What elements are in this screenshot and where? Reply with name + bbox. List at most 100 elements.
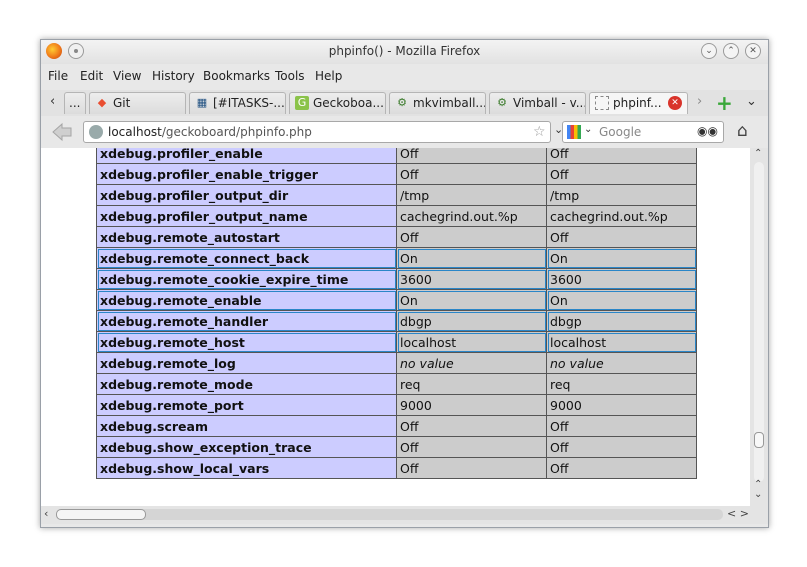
search-bar[interactable]: ⌄ Google ◉◉ — [562, 121, 724, 143]
local-value: Off — [396, 415, 547, 437]
table-row: xdebug.remote_port 9000 9000 — [96, 394, 697, 416]
scroll-up-icon[interactable]: ⌃ — [754, 148, 762, 159]
hscroll-thumb[interactable] — [56, 509, 146, 520]
directive-name: xdebug.remote_mode — [96, 373, 397, 395]
home-icon[interactable]: ⌂ — [737, 121, 748, 141]
tab-label: [#ITASKS-... — [213, 96, 285, 110]
tab-label: Git — [113, 96, 131, 110]
directive-name: xdebug.remote_cookie_expire_time — [96, 268, 397, 290]
directive-name: xdebug.remote_port — [96, 394, 397, 416]
menu-file[interactable]: File — [48, 69, 68, 83]
scroll-down-icon[interactable]: ⌃ ⌄ — [754, 480, 762, 500]
tab-scroll-right-icon[interactable]: › — [697, 94, 702, 109]
menu-help[interactable]: Help — [315, 69, 342, 83]
scroll-left-icon[interactable]: ‹ — [44, 507, 48, 520]
master-value: 9000 — [546, 394, 697, 416]
tab-git[interactable]: ◆ Git — [89, 92, 186, 114]
local-value: 9000 — [396, 394, 547, 416]
globe-icon — [89, 125, 103, 139]
table-row: xdebug.profiler_enable_trigger Off Off — [96, 163, 697, 185]
scroll-right-icon[interactable]: < > — [727, 507, 749, 520]
tab-overflow[interactable]: ... — [64, 92, 86, 114]
master-value: Off — [546, 436, 697, 458]
menu-bookmarks[interactable]: Bookmarks — [203, 69, 270, 83]
menu-edit[interactable]: Edit — [80, 69, 103, 83]
close-icon[interactable]: ✕ — [745, 43, 761, 59]
local-value: Off — [396, 457, 547, 479]
local-value: no value — [396, 352, 547, 374]
table-row: xdebug.remote_cookie_expire_time 3600 3600 — [96, 268, 697, 290]
tab-scroll-left-icon[interactable]: ‹ — [50, 94, 55, 109]
master-value: Off — [546, 415, 697, 437]
tab-label: mkvimball.... — [413, 96, 486, 110]
master-value: Off — [546, 163, 697, 185]
table-row: xdebug.show_exception_trace Off Off — [96, 436, 697, 458]
directive-name: xdebug.scream — [96, 415, 397, 437]
directive-name: xdebug.remote_host — [96, 331, 397, 353]
hscroll-track[interactable] — [56, 509, 723, 520]
local-value: req — [396, 373, 547, 395]
tab-label: Vimball - v... — [513, 96, 586, 110]
master-value: req — [546, 373, 697, 395]
menu-history[interactable]: History — [152, 69, 195, 83]
table-row: xdebug.show_local_vars Off Off — [96, 457, 697, 479]
local-value: localhost — [396, 331, 547, 353]
local-value: On — [396, 289, 547, 311]
directive-name: xdebug.show_exception_trace — [96, 436, 397, 458]
tab-label: Geckoboa... — [313, 96, 384, 110]
directive-name: xdebug.profiler_enable — [96, 148, 397, 164]
github-icon: ⚙ — [397, 96, 407, 109]
tab-mkvimball[interactable]: ⚙ mkvimball.... — [389, 92, 486, 114]
firefox-window: phpinfo() - Mozilla Firefox ⌄ ⌃ ✕ File E… — [40, 39, 769, 528]
local-value: dbgp — [396, 310, 547, 332]
url-bar[interactable]: localhost/geckoboard/phpinfo.php ☆ ⌄ ↻ — [83, 121, 585, 143]
search-engine-dropdown-icon[interactable]: ⌄ — [584, 124, 592, 135]
maximize-icon[interactable]: ⌃ — [723, 43, 739, 59]
window-title: phpinfo() - Mozilla Firefox — [328, 44, 481, 58]
geckoboard-icon: G — [295, 96, 309, 110]
scroll-thumb[interactable] — [754, 432, 764, 448]
minimize-icon[interactable]: ⌄ — [701, 43, 717, 59]
google-icon[interactable] — [567, 125, 581, 139]
directive-name: xdebug.profiler_enable_trigger — [96, 163, 397, 185]
menu-view[interactable]: View — [113, 69, 141, 83]
horizontal-scrollbar[interactable]: ‹ < > — [41, 506, 768, 524]
tab-itasks[interactable]: ▦ [#ITASKS-... — [189, 92, 286, 114]
tab-phpinfo[interactable]: phpinf... ✕ — [589, 92, 688, 114]
url-path: /geckoboard/phpinfo.php — [161, 125, 312, 139]
table-row: xdebug.scream Off Off — [96, 415, 697, 437]
directive-name: xdebug.remote_handler — [96, 310, 397, 332]
master-value: no value — [546, 352, 697, 374]
tab-vimball[interactable]: ⚙ Vimball - v... — [489, 92, 586, 114]
master-value: On — [546, 247, 697, 269]
title-bar: phpinfo() - Mozilla Firefox ⌄ ⌃ ✕ — [41, 40, 768, 64]
tab-overflow-label: ... — [69, 96, 81, 110]
back-button[interactable] — [51, 122, 73, 142]
table-row: xdebug.profiler_output_dir/tmp/tmp — [96, 184, 697, 206]
tab-geckoboard[interactable]: G Geckoboa... — [289, 92, 386, 114]
search-input[interactable]: Google — [599, 125, 641, 139]
local-value: Off — [396, 436, 547, 458]
directive-name: xdebug.remote_enable — [96, 289, 397, 311]
new-tab-icon[interactable]: + — [716, 91, 733, 115]
git-icon: ◆ — [97, 96, 107, 109]
table-row: xdebug.remote_log no value no value — [96, 352, 697, 374]
table-row: xdebug.remote_handler dbgp dbgp — [96, 310, 697, 332]
table-row: xdebug.remote_connect_back On On — [96, 247, 697, 269]
url-text: localhost/geckoboard/phpinfo.php — [108, 125, 312, 139]
directive-name: xdebug.show_local_vars — [96, 457, 397, 479]
table-row: xdebug.remote_enable On On — [96, 289, 697, 311]
local-value: cachegrind.out.%p — [396, 205, 547, 227]
back-arrow-icon — [52, 122, 72, 142]
master-value: localhost — [546, 331, 697, 353]
tab-list-icon[interactable]: ⌄ — [746, 94, 757, 109]
binoculars-icon[interactable]: ◉◉ — [697, 124, 718, 138]
close-tab-icon[interactable]: ✕ — [668, 96, 682, 110]
master-value: /tmp — [546, 184, 697, 206]
local-value: Off — [396, 163, 547, 185]
tab-bar: ‹ ... ◆ Git ▦ [#ITASKS-... G Geckoboa...… — [41, 90, 768, 116]
bookmark-star-icon[interactable]: ☆ — [533, 124, 546, 140]
vertical-scrollbar[interactable]: ⌃ ⌃ ⌄ — [750, 148, 768, 506]
directive-name: xdebug.profiler_output_dir — [96, 184, 397, 206]
menu-tools[interactable]: Tools — [275, 69, 305, 83]
